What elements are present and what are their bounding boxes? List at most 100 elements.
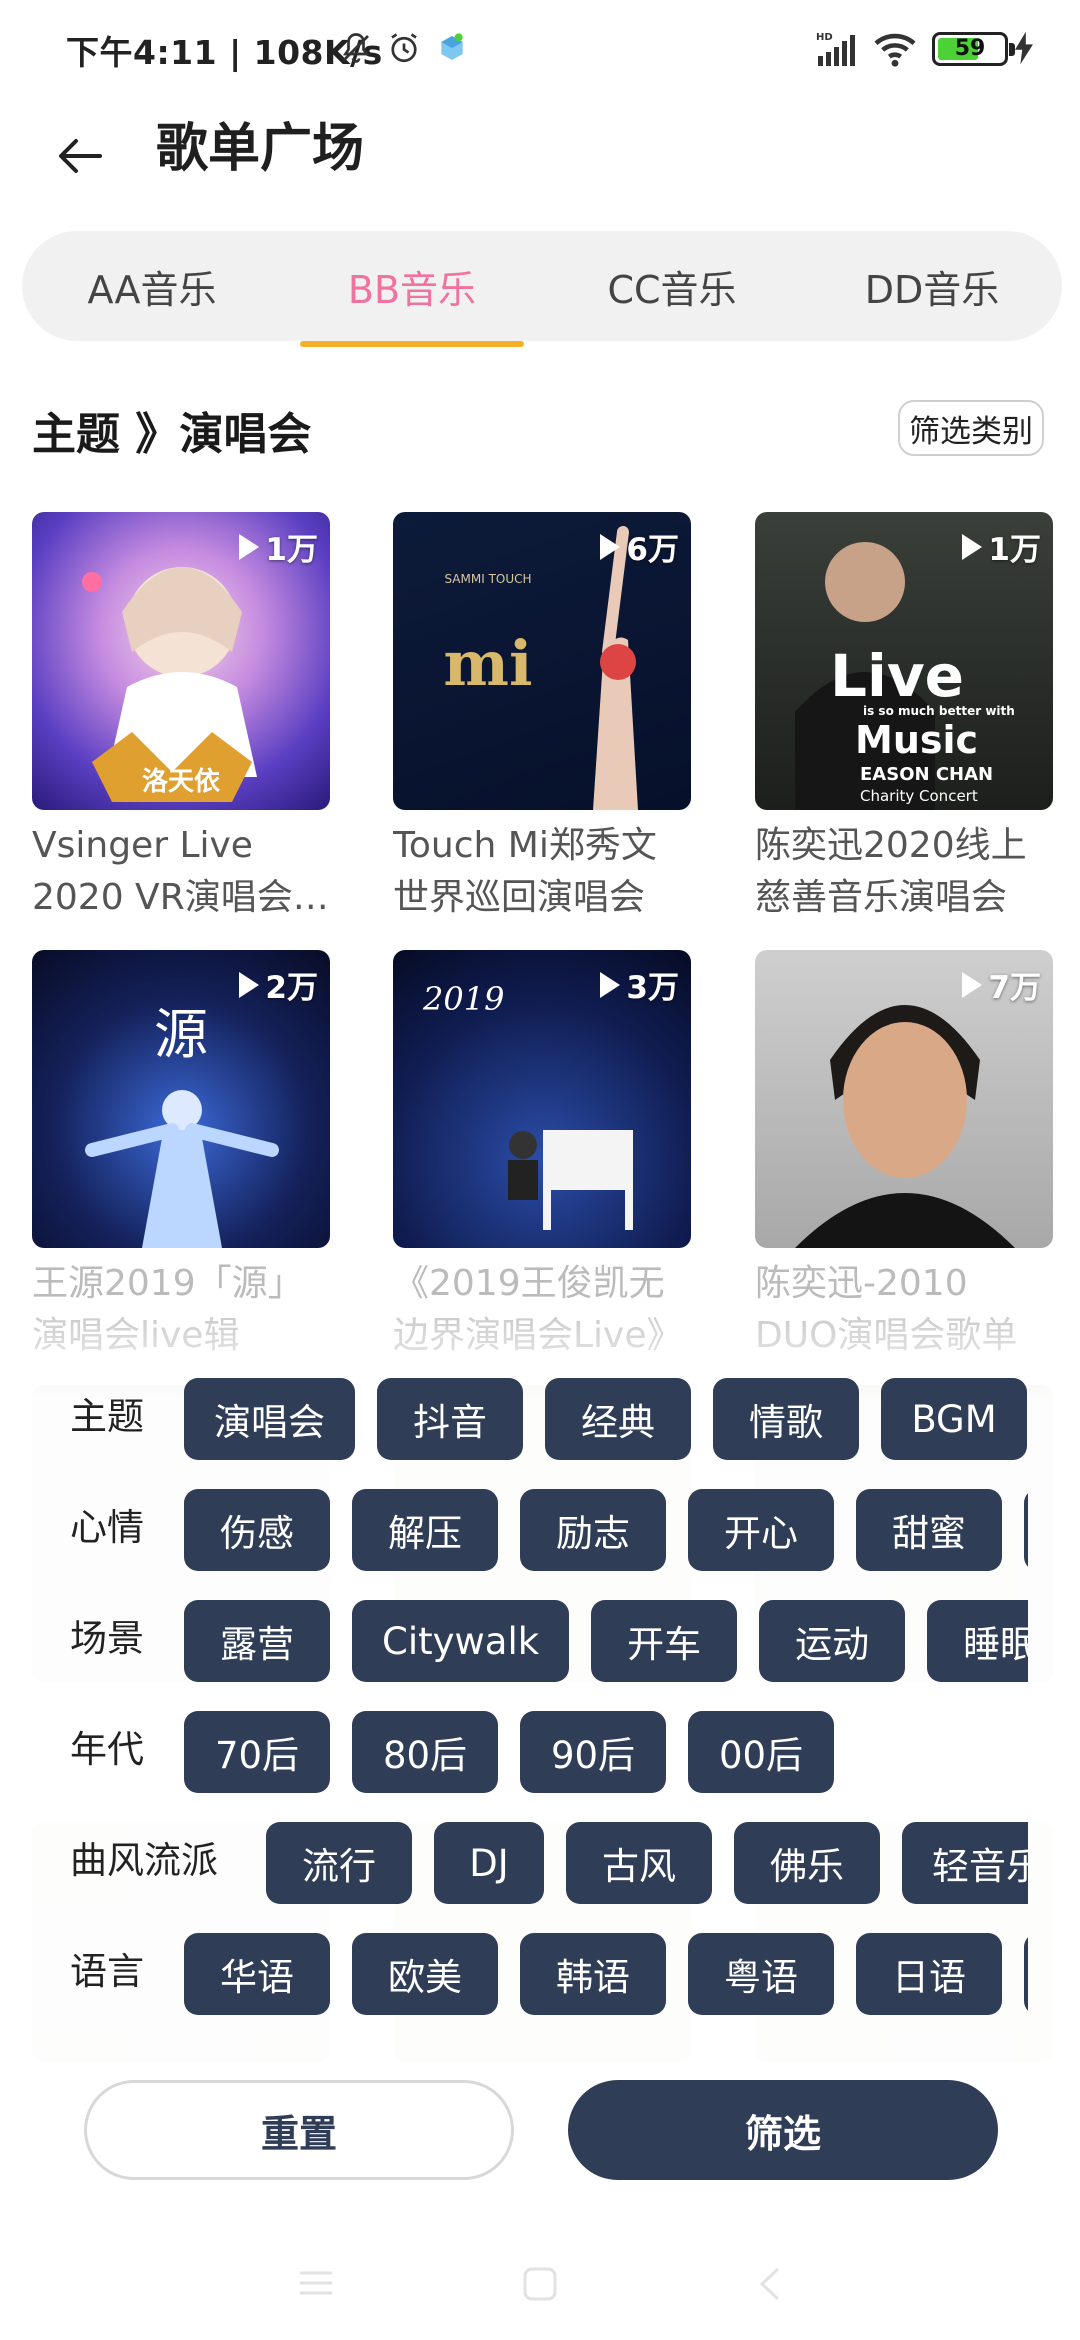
playlist-card[interactable]: 洛天依 1万 Vsinger Live 2020 VR演唱会（洛天依） <box>32 512 330 924</box>
filter-row-theme: 主题 演唱会 抖音 经典 情歌 BGM <box>0 1374 1028 1460</box>
filter-chip[interactable]: BGM <box>881 1378 1027 1460</box>
filter-options: 华语 欧美 韩语 粤语 日语 <box>184 1933 1028 2015</box>
playlist-card[interactable]: SAMMI TOUCH mi 6万 Touch Mi郑秀文世界巡回演唱会 <box>393 512 691 924</box>
back-button[interactable] <box>50 126 110 186</box>
filter-chip[interactable]: 轻音乐 <box>902 1822 1028 1904</box>
filter-label: 年代 <box>70 1728 144 1771</box>
filter-chip[interactable]: 欧美 <box>352 1933 498 2015</box>
filter-chip[interactable]: 开车 <box>591 1600 738 1682</box>
filter-chip[interactable]: DJ <box>434 1822 544 1904</box>
system-nav-bar <box>0 2230 1080 2340</box>
filter-chip[interactable]: Citywalk <box>352 1600 570 1682</box>
playlist-card[interactable]: 2019 3万 《2019王俊凯无边界演唱会Live》 <box>393 950 691 1362</box>
network-type-label: HD <box>816 32 833 43</box>
filter-row-mood: 心情 伤感 解压 励志 开心 甜蜜 <box>0 1485 1028 1571</box>
charging-icon <box>1015 31 1033 65</box>
filter-chip[interactable]: 佛乐 <box>734 1822 880 1904</box>
playlist-card[interactable]: 源 2万 王源2019「源」演唱会live辑 <box>32 950 330 1362</box>
filter-chip[interactable]: 励志 <box>520 1489 666 1571</box>
filter-label: 心情 <box>70 1506 144 1549</box>
playlist-cover: 7万 <box>755 950 1053 1248</box>
svg-text:2019: 2019 <box>422 980 504 1018</box>
cover-artist-text: EASON CHAN <box>860 764 994 785</box>
filter-chip[interactable]: 90后 <box>520 1711 666 1793</box>
back-nav-icon[interactable] <box>756 2266 784 2302</box>
filter-chip[interactable]: 00后 <box>688 1711 834 1793</box>
filter-label: 曲风流派 <box>70 1839 218 1882</box>
play-count: 1万 <box>962 524 1041 569</box>
playlist-cover: 2019 3万 <box>393 950 691 1248</box>
cover-subline: is so much better with <box>863 704 1015 718</box>
filter-chip[interactable]: 演唱会 <box>184 1378 355 1460</box>
filter-category-button[interactable]: 筛选类别 <box>898 400 1044 456</box>
filter-panel: 主题 演唱会 抖音 经典 情歌 BGM 心情 伤感 解压 励志 开心 甜蜜 场景… <box>0 1310 1080 2340</box>
status-bar: 下午4:11 | 108K/s HD 59 <box>0 0 1080 96</box>
wifi-icon <box>874 33 916 67</box>
cover-event-text: Charity Concert <box>860 787 978 805</box>
play-icon <box>600 971 621 998</box>
play-count-value: 2万 <box>265 970 318 1006</box>
filter-options: 流行 DJ 古风 佛乐 轻音乐 <box>266 1822 1028 1904</box>
play-count: 3万 <box>600 962 679 1007</box>
filter-chip[interactable]: 韩语 <box>520 1933 666 2015</box>
play-icon <box>962 533 983 560</box>
filter-chip[interactable]: 开心 <box>688 1489 834 1571</box>
filter-chip[interactable] <box>1024 1933 1028 2015</box>
playlist-title: Touch Mi郑秀文世界巡回演唱会 <box>393 825 657 918</box>
reset-button[interactable]: 重置 <box>84 2080 514 2180</box>
filter-chip[interactable]: 日语 <box>856 1933 1002 2015</box>
playlist-cover: 洛天依 1万 <box>32 512 330 810</box>
filter-chip[interactable] <box>1024 1489 1028 1571</box>
home-icon[interactable] <box>522 2266 558 2302</box>
play-count-value: 1万 <box>988 532 1041 568</box>
filter-chip[interactable]: 70后 <box>184 1711 330 1793</box>
filter-chip[interactable]: 解压 <box>352 1489 498 1571</box>
filter-chip[interactable]: 甜蜜 <box>856 1489 1002 1571</box>
play-icon <box>239 533 260 560</box>
apply-filter-button[interactable]: 筛选 <box>568 2080 998 2180</box>
play-count-value: 3万 <box>626 970 679 1006</box>
filter-chip[interactable]: 华语 <box>184 1933 330 2015</box>
play-count-value: 6万 <box>626 532 679 568</box>
filter-chip[interactable]: 流行 <box>266 1822 412 1904</box>
filter-label: 语言 <box>70 1950 144 1993</box>
filter-options: 70后 80后 90后 00后 <box>184 1711 834 1793</box>
playlist-title: 陈奕迅2020线上慈善音乐演唱会 <box>755 825 1027 918</box>
filter-chip[interactable]: 80后 <box>352 1711 498 1793</box>
filter-options: 演唱会 抖音 经典 情歌 BGM <box>184 1378 1027 1460</box>
cover-caption: mi <box>443 627 533 700</box>
playlist-title: Vsinger Live 2020 VR演唱会（洛天依） <box>32 825 293 918</box>
playlist-card[interactable]: Live is so much better with Music EASON … <box>755 512 1053 924</box>
status-time-speed: 下午4:11 | 108K/s <box>66 33 383 72</box>
filter-chip[interactable]: 伤感 <box>184 1489 330 1571</box>
page-title: 歌单广场 <box>156 119 365 179</box>
battery-icon: 59 <box>932 32 1015 66</box>
filter-chip[interactable]: 运动 <box>759 1600 906 1682</box>
cover-live-text: Live <box>830 642 964 710</box>
filter-chip[interactable]: 抖音 <box>377 1378 523 1460</box>
alarm-icon <box>391 33 417 63</box>
tab-dd-music[interactable]: DD音乐 <box>802 231 1062 341</box>
play-icon <box>962 971 983 998</box>
cover-brand: SAMMI TOUCH <box>444 572 532 586</box>
filter-chip[interactable]: 粤语 <box>688 1933 834 2015</box>
header: 歌单广场 <box>0 96 1080 226</box>
filter-chip[interactable]: 露营 <box>184 1600 330 1682</box>
tab-aa-music[interactable]: AA音乐 <box>22 231 282 341</box>
cover-music-text: Music <box>855 718 979 762</box>
play-count: 6万 <box>600 524 679 569</box>
filter-chip[interactable]: 古风 <box>566 1822 712 1904</box>
menu-icon[interactable] <box>298 2268 334 2298</box>
filter-chip[interactable]: 情歌 <box>713 1378 859 1460</box>
tab-bb-music[interactable]: BB音乐 <box>282 231 542 347</box>
breadcrumb: 主题 》演唱会 <box>32 409 312 460</box>
filter-label: 场景 <box>70 1617 144 1660</box>
filter-row-genre: 曲风流派 流行 DJ 古风 佛乐 轻音乐 <box>0 1818 1028 1904</box>
filter-chip[interactable]: 睡眠 <box>927 1600 1028 1682</box>
filter-chip[interactable]: 经典 <box>545 1378 691 1460</box>
tab-cc-music[interactable]: CC音乐 <box>542 231 802 341</box>
playlist-card[interactable]: 7万 陈奕迅-2010 DUO演唱会歌单 <box>755 950 1053 1362</box>
play-count: 2万 <box>239 962 318 1007</box>
cover-caption: 洛天依 <box>141 767 220 797</box>
battery-level: 59 <box>954 36 986 61</box>
